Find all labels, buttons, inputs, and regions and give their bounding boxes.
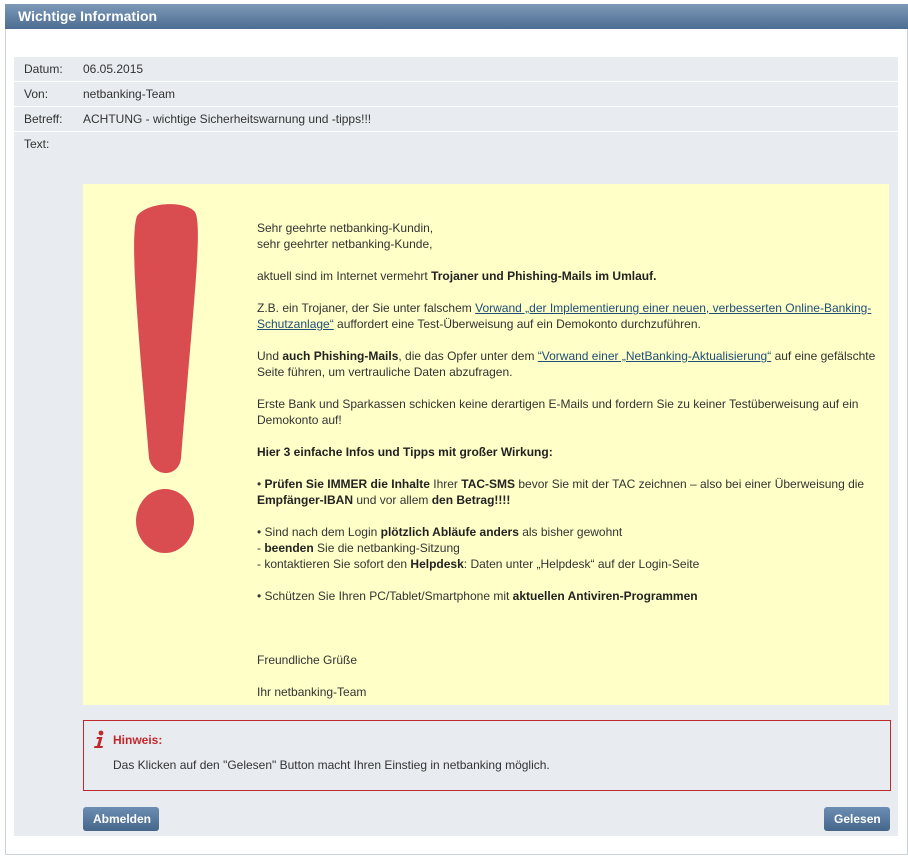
message-panel: Datum: 06.05.2015 Von: netbanking-Team B… bbox=[14, 57, 898, 836]
paragraph-4: Erste Bank und Sparkassen schicken keine… bbox=[257, 397, 859, 427]
paragraph-1: aktuell sind im Internet vermehrt Trojan… bbox=[257, 268, 877, 284]
signature: Ihr netbanking-Team bbox=[257, 685, 367, 699]
tip2c-bold: Helpdesk bbox=[410, 557, 464, 571]
from-row: Von: netbanking-Team bbox=[14, 82, 898, 107]
text-row: Text: bbox=[14, 132, 898, 156]
greeting-line-2: sehr geehrter netbanking-Kunde, bbox=[257, 237, 433, 251]
message-content: Sehr geehrte netbanking-Kundin, sehr gee… bbox=[83, 184, 889, 705]
tip1-text-1: Ihrer bbox=[429, 477, 462, 491]
tip2-bold: plötzlich Abläufe anders bbox=[380, 525, 519, 539]
tip1-bold-4: den Betrag!!!! bbox=[431, 493, 511, 507]
window-title: Wichtige Information bbox=[5, 4, 908, 29]
p3-text: Und bbox=[257, 349, 283, 363]
message-text: Sehr geehrte netbanking-Kundin, sehr gee… bbox=[257, 220, 877, 700]
from-value: netbanking-Team bbox=[83, 87, 176, 101]
from-label: Von: bbox=[24, 87, 49, 101]
tip2c-text: - kontaktieren Sie sofort den bbox=[257, 557, 411, 571]
tip3-bold: aktuellen Antiviren-Programmen bbox=[512, 589, 698, 603]
tip2-text-end: als bisher gewohnt bbox=[518, 525, 623, 539]
tips-heading: Hier 3 einfache Infos und Tipps mit groß… bbox=[257, 444, 877, 460]
tip-3: • Schützen Sie Ihren PC/Tablet/Smartphon… bbox=[257, 588, 877, 604]
p3-bold: auch Phishing-Mails bbox=[282, 349, 399, 363]
p1-text: aktuell sind im Internet vermehrt bbox=[257, 269, 432, 283]
hint-title: Hinweis: bbox=[113, 733, 163, 747]
tip1-text-2: bevor Sie mit der TAC zeichnen – also be… bbox=[515, 477, 865, 491]
p1-bold: Trojaner und Phishing-Mails im Umlauf. bbox=[431, 269, 657, 283]
date-label: Datum: bbox=[24, 62, 63, 76]
tip1-bold-1: Prüfen Sie IMMER die Inhalte bbox=[264, 477, 430, 491]
tip-2: • Sind nach dem Login plötzlich Abläufe … bbox=[257, 524, 877, 572]
p2-text: Z.B. ein Trojaner, der Sie unter falsche… bbox=[257, 301, 476, 315]
tip3-text: • Schützen Sie Ihren PC/Tablet/Smartphon… bbox=[257, 589, 513, 603]
info-icon bbox=[94, 730, 104, 748]
tip2-text: • Sind nach dem Login bbox=[257, 525, 381, 539]
tip-1: • Prüfen Sie IMMER die Inhalte Ihrer TAC… bbox=[257, 476, 877, 508]
subject-label: Betreff: bbox=[24, 112, 63, 126]
read-button[interactable]: Gelesen bbox=[824, 807, 890, 831]
tip2c-text-end: : Daten unter „Helpdesk“ auf der Login-S… bbox=[463, 557, 700, 571]
p2-text-end: auffordert eine Test-Überweisung auf ein… bbox=[333, 317, 701, 331]
logout-button[interactable]: Abmelden bbox=[83, 807, 159, 831]
hint-box: Hinweis: Das Klicken auf den "Gelesen" B… bbox=[83, 720, 891, 791]
subject-row: Betreff: ACHTUNG - wichtige Sicherheitsw… bbox=[14, 107, 898, 132]
tip1-text-3: und vor allem bbox=[353, 493, 432, 507]
subject-value: ACHTUNG - wichtige Sicherheitswarnung un… bbox=[83, 112, 372, 126]
tip2b-bold: beenden bbox=[264, 541, 314, 555]
date-row: Datum: 06.05.2015 bbox=[14, 57, 898, 82]
tip1-bold-2: TAC-SMS bbox=[461, 477, 516, 491]
tip2b-text: Sie die netbanking-Sitzung bbox=[313, 541, 460, 555]
phishing-pretext-link[interactable]: “Vorwand einer „NetBanking-Aktualisierun… bbox=[538, 349, 771, 363]
paragraph-2: Z.B. ein Trojaner, der Sie unter falsche… bbox=[257, 300, 877, 332]
exclamation-mark-icon bbox=[134, 204, 198, 553]
tips-heading-bold: Hier 3 einfache Infos und Tipps mit groß… bbox=[257, 445, 553, 459]
paragraph-3: Und auch Phishing-Mails, die das Opfer u… bbox=[257, 348, 877, 380]
greeting-line-1: Sehr geehrte netbanking-Kundin, bbox=[257, 221, 434, 235]
p3-text-mid: , die das Opfer unter dem bbox=[398, 349, 538, 363]
closing: Freundliche Grüße bbox=[257, 653, 358, 667]
tip1-bullet: • bbox=[257, 477, 265, 491]
hint-text: Das Klicken auf den "Gelesen" Button mac… bbox=[113, 758, 550, 772]
text-label: Text: bbox=[24, 137, 50, 151]
date-value: 06.05.2015 bbox=[83, 62, 144, 76]
tip1-bold-3: Empfänger-IBAN bbox=[257, 493, 354, 507]
